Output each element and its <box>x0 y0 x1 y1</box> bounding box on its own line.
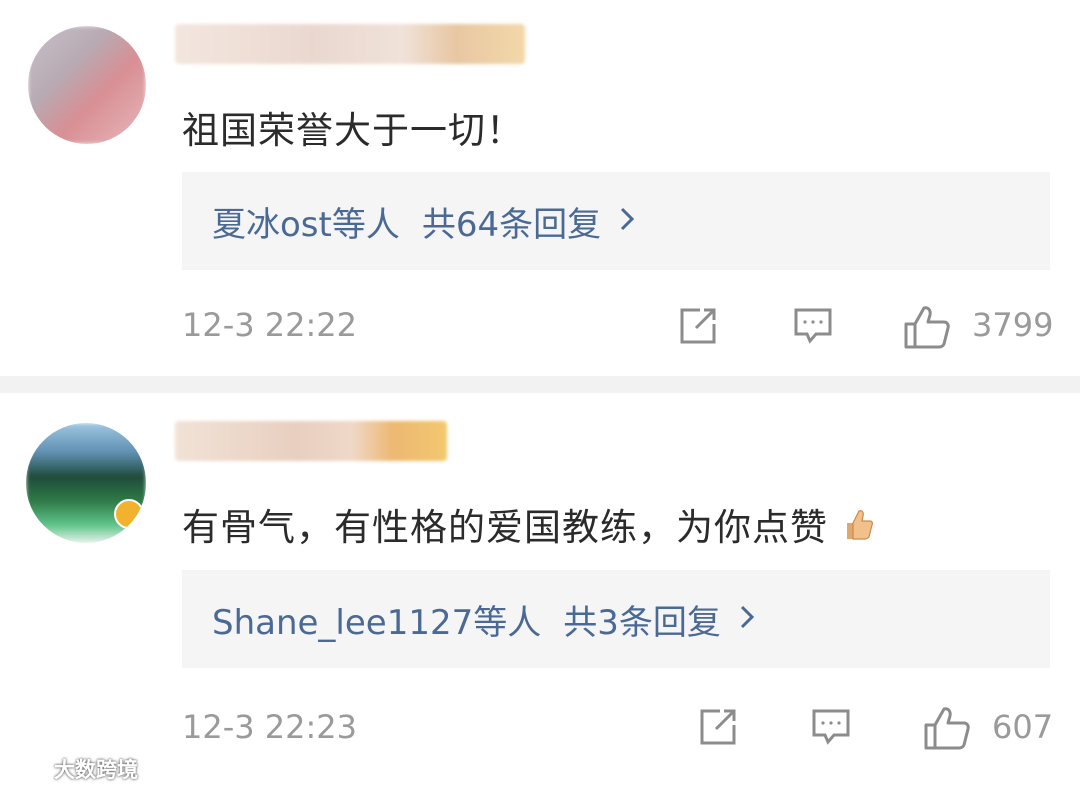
username-blurred[interactable] <box>175 24 525 64</box>
share-icon[interactable] <box>676 304 720 352</box>
divider <box>0 376 1080 393</box>
watermark: 大数跨境 <box>10 754 138 784</box>
comment-icon[interactable] <box>810 705 852 751</box>
comment-icon[interactable] <box>792 304 834 350</box>
username-blurred[interactable] <box>175 421 447 461</box>
watermark-text: 大数跨境 <box>54 758 138 782</box>
thumbs-up-icon[interactable] <box>903 304 951 354</box>
reply-count: 共3条回复 <box>563 602 721 643</box>
thumbs-up-emoji-icon <box>843 508 873 551</box>
chevron-right-icon <box>619 201 635 241</box>
comment-text-content: 有骨气，有性格的爱国教练，为你点赞 <box>182 506 828 549</box>
chevron-right-icon <box>739 599 755 639</box>
reply-preview-button[interactable]: 夏冰ost等人 共64条回复 <box>182 172 1050 270</box>
verified-badge-icon <box>114 499 144 529</box>
comment-item: 有骨气，有性格的爱国教练，为你点赞 Shane_lee1127等人 共3条回复 … <box>0 393 1080 787</box>
watermark-logo-icon <box>12 761 48 780</box>
comment-text: 祖国荣誉大于一切！ <box>182 109 524 152</box>
avatar[interactable] <box>26 423 146 543</box>
reply-preview-names: 夏冰ost等人 <box>212 204 400 245</box>
reply-count: 共64条回复 <box>421 204 602 245</box>
timestamp: 12-3 22:23 <box>182 708 358 746</box>
comment-text: 有骨气，有性格的爱国教练，为你点赞 <box>182 497 873 551</box>
comment-item: 祖国荣誉大于一切！ 夏冰ost等人 共64条回复 12-3 22:22 3799 <box>0 0 1080 376</box>
timestamp: 12-3 22:22 <box>182 306 358 344</box>
reply-preview-names: Shane_lee1127等人 <box>212 602 542 643</box>
like-count: 3799 <box>972 306 1054 344</box>
avatar[interactable] <box>28 26 146 144</box>
like-count: 607 <box>992 708 1054 746</box>
reply-preview-button[interactable]: Shane_lee1127等人 共3条回复 <box>182 570 1050 668</box>
share-icon[interactable] <box>696 705 740 753</box>
thumbs-up-icon[interactable] <box>923 705 971 755</box>
